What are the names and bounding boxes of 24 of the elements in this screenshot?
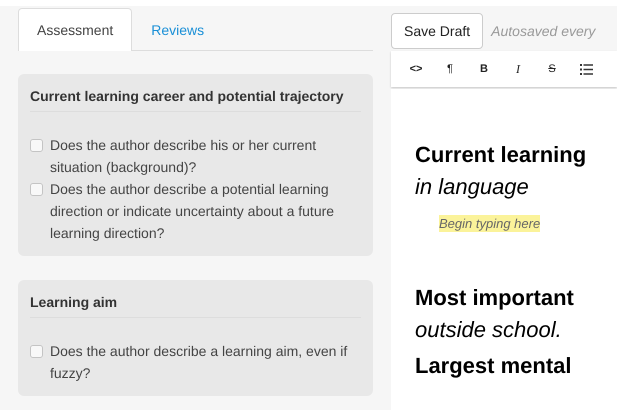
- paragraph-button[interactable]: ¶: [433, 63, 467, 75]
- list-icon[interactable]: [580, 64, 592, 74]
- placeholder-text[interactable]: Begin typing here: [439, 215, 540, 232]
- italic-button[interactable]: I: [501, 62, 535, 76]
- editor-area[interactable]: Current learning in language Begin typing here Most important outside school. Largest mental: [391, 89, 617, 410]
- heading: Current learning: [415, 141, 586, 169]
- question-text: Does the author describe a potential learning direction or indicate uncertainty about a future learning direction?: [50, 180, 336, 243]
- section-title: Learning aim: [30, 291, 361, 318]
- strikethrough-button[interactable]: S: [535, 63, 569, 75]
- subheading: outside school.: [415, 316, 562, 344]
- bold-button[interactable]: B: [467, 63, 501, 75]
- autosave-note: Autosaved every: [491, 23, 596, 39]
- checkbox[interactable]: [30, 139, 43, 152]
- question-text: Does the author describe his or her current situation (background)?: [50, 136, 318, 177]
- question-text: Does the author describe a learning aim, even if fuzzy?: [50, 342, 348, 383]
- heading: Most important: [415, 284, 574, 312]
- subheading: in language: [415, 173, 529, 201]
- section-title: Current learning career and potential trajectory: [30, 85, 361, 112]
- heading: Largest mental: [415, 352, 572, 380]
- checkbox[interactable]: [30, 183, 43, 196]
- save-draft-button[interactable]: Save Draft: [391, 13, 484, 49]
- checkbox[interactable]: [30, 345, 43, 358]
- code-button[interactable]: <>: [399, 63, 433, 75]
- tab[interactable]: Assessment: [18, 8, 132, 51]
